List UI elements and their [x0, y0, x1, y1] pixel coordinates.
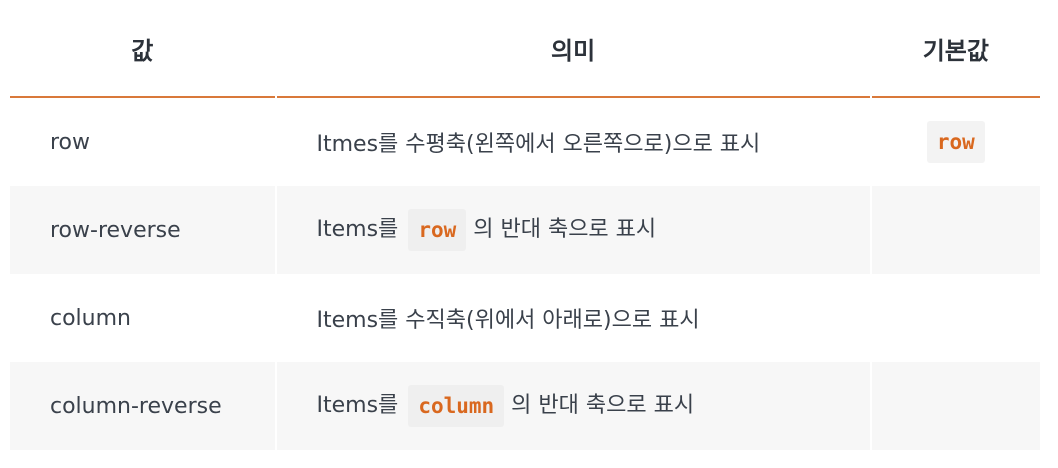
inline-code: column [408, 385, 505, 427]
meaning-text: Itmes를 수평축(왼쪽에서 오른쪽으로)으로 표시 [316, 132, 761, 157]
header-row: 값 의미 기본값 [10, 0, 1040, 98]
cell-default [871, 186, 1040, 274]
flex-direction-table: 값 의미 기본값 row Itmes를 수평축(왼쪽에서 오른쪽으로)으로 표시… [8, 0, 1042, 450]
cell-meaning: Itmes를 수평축(왼쪽에서 오른쪽으로)으로 표시 [276, 98, 870, 186]
header-default: 기본값 [871, 0, 1040, 98]
table-row: row Itmes를 수평축(왼쪽에서 오른쪽으로)으로 표시 row [10, 98, 1040, 186]
table-header: 값 의미 기본값 [10, 0, 1040, 98]
cell-value: column-reverse [10, 362, 275, 450]
cell-default [871, 362, 1040, 450]
cell-default: row [871, 98, 1040, 186]
cell-meaning: Items를 row 의 반대 축으로 표시 [276, 186, 870, 274]
meaning-text: Items를 수직축(위에서 아래로)으로 표시 [316, 308, 700, 333]
table-row: column-reverse Items를 column 의 반대 축으로 표시 [10, 362, 1040, 450]
meaning-text-before: Items를 [316, 393, 399, 418]
cell-value: column [10, 274, 275, 362]
meaning-text-after: 의 반대 축으로 표시 [473, 217, 657, 242]
header-value: 값 [10, 0, 275, 98]
cell-default [871, 274, 1040, 362]
meaning-text-after: 의 반대 축으로 표시 [511, 393, 695, 418]
header-meaning: 의미 [276, 0, 870, 98]
table-row: row-reverse Items를 row 의 반대 축으로 표시 [10, 186, 1040, 274]
cell-value: row-reverse [10, 186, 275, 274]
cell-value: row [10, 98, 275, 186]
flex-direction-table-container: 값 의미 기본값 row Itmes를 수평축(왼쪽에서 오른쪽으로)으로 표시… [10, 0, 1040, 450]
inline-code: row [408, 209, 467, 251]
cell-meaning: Items를 수직축(위에서 아래로)으로 표시 [276, 274, 870, 362]
cell-meaning: Items를 column 의 반대 축으로 표시 [276, 362, 870, 450]
default-code-badge: row [926, 121, 985, 163]
table-body: row Itmes를 수평축(왼쪽에서 오른쪽으로)으로 표시 row row-… [10, 98, 1040, 450]
meaning-text-before: Items를 [316, 217, 399, 242]
table-row: column Items를 수직축(위에서 아래로)으로 표시 [10, 274, 1040, 362]
